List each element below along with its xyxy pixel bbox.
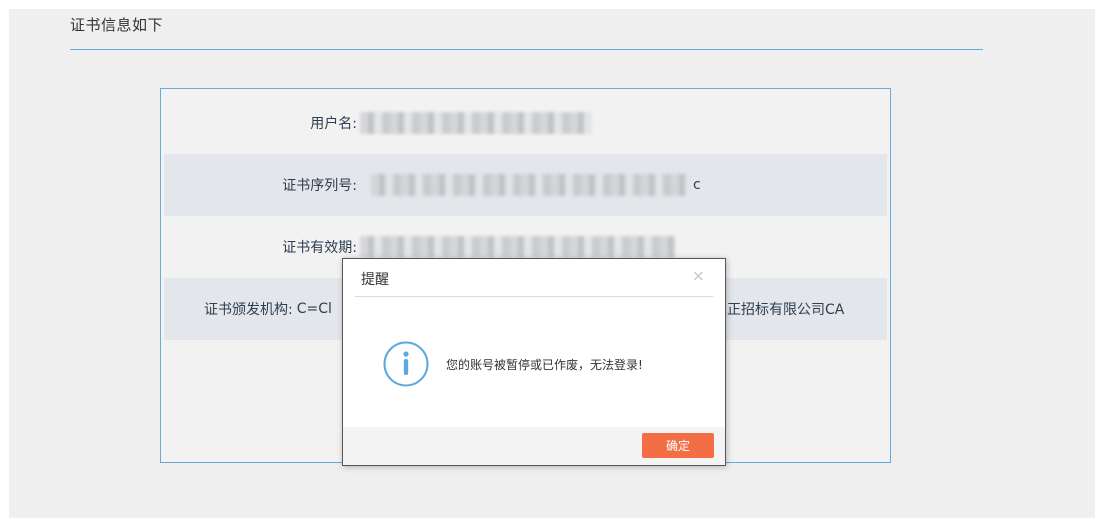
cert-row-username: 用户名: [164, 92, 887, 154]
dialog-body: 您的账号被暂停或已作废，无法登录! [343, 297, 725, 427]
dialog-header: 提醒 × [343, 259, 725, 297]
cert-value-username [360, 92, 592, 154]
close-icon[interactable]: × [692, 268, 705, 284]
ok-button[interactable]: 确定 [642, 433, 714, 458]
dialog-title: 提醒 [361, 272, 389, 288]
cert-value-serial: c [371, 154, 701, 216]
alert-dialog: 提醒 × 您的账号被暂停或已作废，无法登录! 确定 [342, 258, 726, 466]
info-icon [383, 341, 429, 387]
dialog-footer: 确定 [343, 427, 725, 465]
redacted-value [360, 236, 676, 258]
cert-label-username: 用户名: [310, 116, 357, 132]
cert-issuer-prefix: C=Cl [296, 301, 332, 317]
cert-row-serial: 证书序列号: c [164, 154, 887, 216]
cert-value-suffix: c [693, 177, 701, 193]
dialog-message: 您的账号被暂停或已作废，无法登录! [446, 358, 643, 372]
cert-label-issuer: 证书颁发机构: [204, 302, 293, 318]
redacted-value [360, 112, 592, 134]
cert-label-serial: 证书序列号: [282, 178, 357, 194]
redacted-value [371, 174, 689, 196]
section-title: 证书信息如下 [70, 16, 164, 34]
section-divider [70, 49, 983, 50]
cert-issuer-left: 证书颁发机构: C=Cl [204, 278, 332, 340]
cert-issuer-right: 正招标有限公司CA [727, 302, 845, 318]
